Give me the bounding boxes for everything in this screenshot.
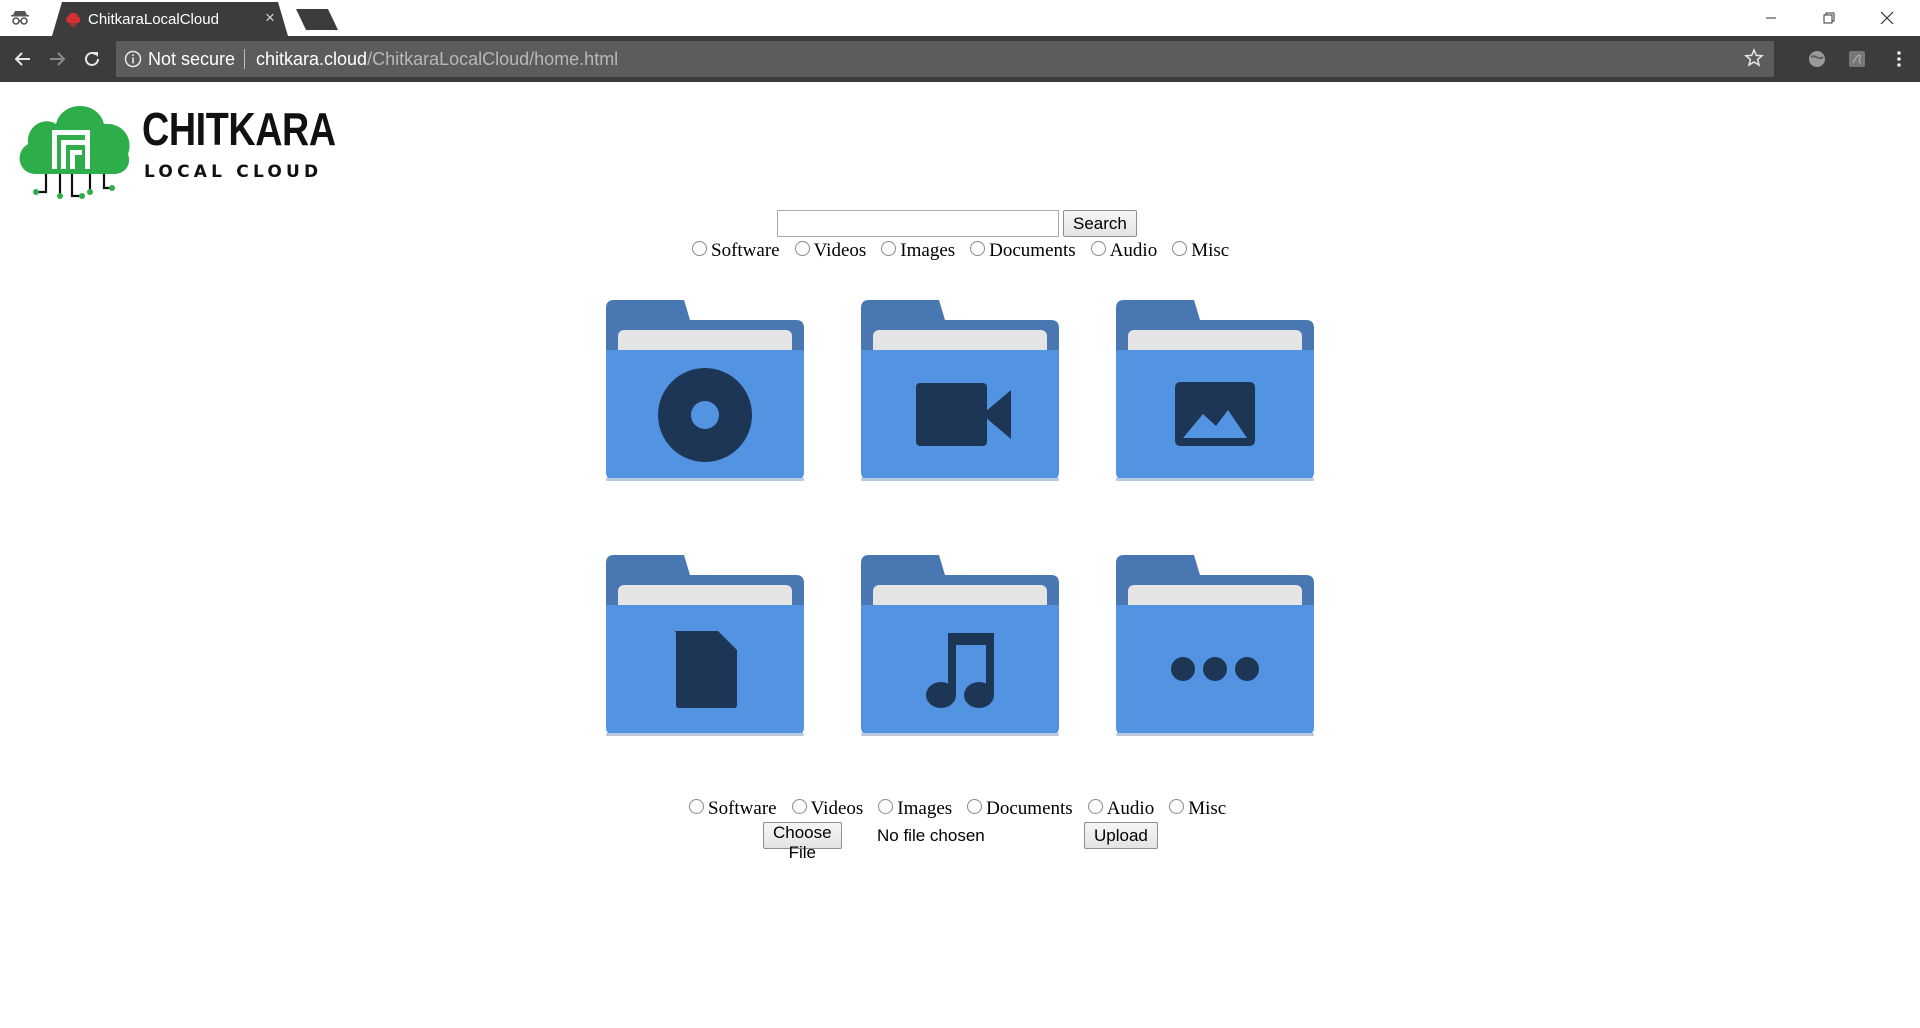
upload-category-misc[interactable]: Misc [1169, 798, 1226, 820]
incognito-icon[interactable] [10, 8, 30, 28]
minimize-button[interactable] [1742, 0, 1800, 36]
category-label: Videos [813, 240, 867, 261]
minimize-icon [1766, 17, 1776, 19]
radio-button[interactable] [970, 241, 986, 256]
upload-button[interactable]: Upload [1084, 822, 1158, 849]
security-label[interactable]: Not secure [148, 49, 235, 70]
upload-category-videos[interactable]: Videos [791, 798, 864, 820]
browser-menu-button[interactable] [1886, 46, 1912, 72]
star-icon[interactable] [1744, 48, 1764, 68]
logo-title: CHITKARA [142, 103, 336, 155]
image-icon [1175, 382, 1255, 446]
document-icon [675, 631, 737, 708]
restore-icon [1823, 12, 1835, 24]
upload-category-images[interactable]: Images [878, 798, 952, 820]
category-label: Audio [1106, 798, 1155, 819]
cloud-favicon-icon [66, 12, 81, 27]
new-tab-button[interactable] [296, 9, 338, 30]
folder-misc[interactable] [1116, 555, 1314, 737]
radio-button[interactable] [791, 799, 807, 814]
folder-videos[interactable] [861, 300, 1059, 482]
folder-software[interactable] [606, 300, 804, 482]
category-label: Images [900, 240, 956, 261]
file-status: No file chosen [877, 826, 985, 845]
site-logo[interactable]: CHITKARA LOCAL CLOUD [14, 96, 336, 202]
category-label: Misc [1188, 798, 1227, 819]
address-separator [244, 49, 245, 69]
radio-button[interactable] [881, 241, 897, 256]
radio-button[interactable] [689, 799, 704, 814]
search-category-audio[interactable]: Audio [1090, 240, 1158, 262]
extension-button-1[interactable] [1804, 46, 1830, 72]
forward-arrow-icon [50, 52, 66, 66]
upload-category-group: Software Videos Images Documents Audio M… [689, 798, 1226, 820]
search-category-misc[interactable]: Misc [1172, 240, 1229, 262]
folder-audio[interactable] [861, 555, 1059, 737]
more-dots-icon [1171, 657, 1259, 681]
tab-title: ChitkaraLocalCloud [88, 11, 219, 28]
category-label: Videos [810, 798, 864, 819]
reload-icon [85, 51, 99, 66]
search-category-group: Software Videos Images Documents Audio M… [692, 240, 1229, 262]
category-label: Misc [1191, 240, 1230, 261]
forward-button[interactable] [44, 46, 70, 72]
close-window-button[interactable] [1858, 0, 1916, 36]
radio-button[interactable] [794, 241, 810, 256]
radio-button[interactable] [878, 799, 894, 814]
extension-button-2[interactable] [1844, 46, 1870, 72]
close-icon [1880, 11, 1894, 25]
folder-images[interactable] [1116, 300, 1314, 482]
search-category-images[interactable]: Images [881, 240, 955, 262]
upload-category-audio[interactable]: Audio [1087, 798, 1155, 820]
disc-icon [658, 368, 752, 462]
tab-close-button[interactable]: × [260, 8, 280, 28]
category-label: Documents [986, 798, 1073, 819]
folder-documents[interactable] [606, 555, 804, 737]
search-button[interactable]: Search [1063, 210, 1137, 237]
back-button[interactable] [10, 46, 36, 72]
url-host: chitkara.cloud [256, 49, 368, 69]
choose-file-button[interactable]: Choose File [763, 822, 842, 862]
radio-button[interactable] [1169, 799, 1185, 814]
search-category-documents[interactable]: Documents [970, 240, 1076, 262]
search-category-software[interactable]: Software [692, 240, 780, 262]
restore-button[interactable] [1800, 0, 1858, 36]
browser-titlebar: ChitkaraLocalCloud × [0, 0, 1920, 36]
browser-toolbar: Not secure chitkara.cloud/ChitkaraLocalC… [0, 36, 1920, 82]
upload-category-documents[interactable]: Documents [967, 798, 1073, 820]
search-category-videos[interactable]: Videos [794, 240, 867, 262]
radio-button[interactable] [692, 241, 707, 256]
category-label: Images [897, 798, 953, 819]
category-label: Software [711, 240, 780, 261]
reload-button[interactable] [79, 46, 105, 72]
upload-category-software[interactable]: Software [689, 798, 777, 820]
back-arrow-icon [14, 52, 30, 66]
info-icon[interactable] [124, 50, 142, 68]
tab-chitkara-local-cloud[interactable]: ChitkaraLocalCloud × [52, 2, 288, 36]
address-bar[interactable]: Not secure chitkara.cloud/ChitkaraLocalC… [116, 41, 1774, 77]
logo-subtitle: LOCAL CLOUD [144, 162, 323, 182]
url-path: /ChitkaraLocalCloud/home.html [367, 49, 619, 69]
search-input[interactable] [777, 210, 1059, 237]
radio-button[interactable] [1087, 799, 1103, 814]
extension-globe-icon [1809, 51, 1825, 67]
cloud-logo-icon [19, 106, 130, 199]
category-label: Software [708, 798, 777, 819]
radio-button[interactable] [1090, 241, 1106, 256]
category-label: Documents [989, 240, 1076, 261]
category-label: Audio [1109, 240, 1158, 261]
extension-pdf-icon [1849, 51, 1865, 67]
kebab-menu-icon [1897, 51, 1901, 67]
radio-button[interactable] [967, 799, 983, 814]
radio-button[interactable] [1172, 241, 1188, 256]
url-text[interactable]: chitkara.cloud/ChitkaraLocalCloud/home.h… [256, 49, 618, 70]
